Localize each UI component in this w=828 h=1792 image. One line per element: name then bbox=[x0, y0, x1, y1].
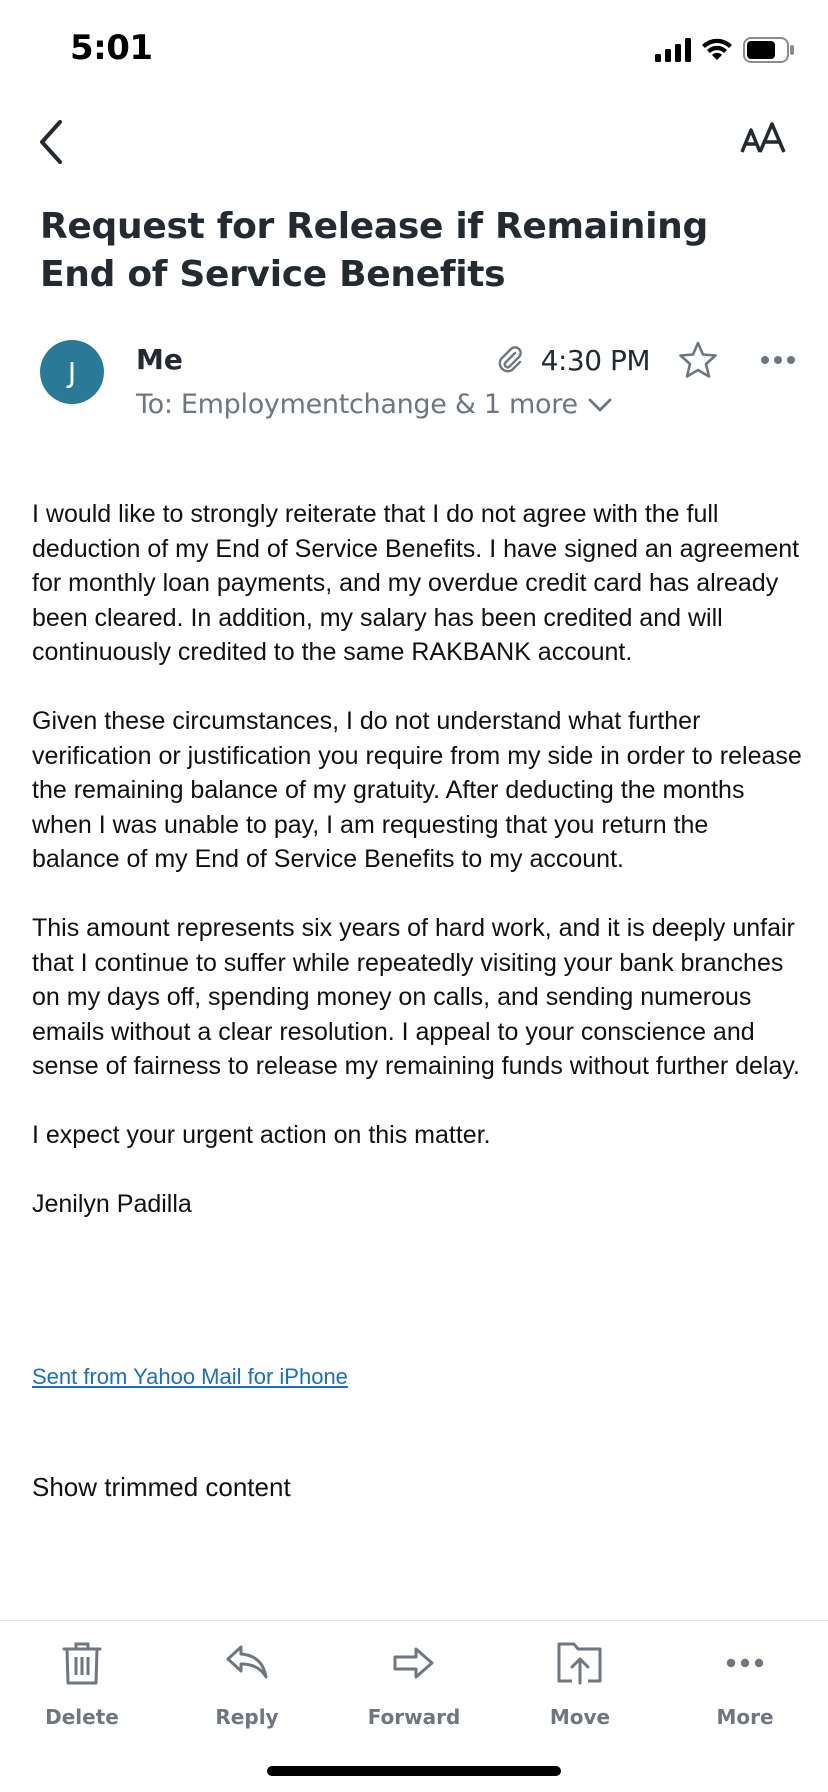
recipients-text: To: Employmentchange & 1 more bbox=[136, 389, 578, 420]
text-size-button[interactable] bbox=[736, 116, 792, 160]
sender-name[interactable]: Me bbox=[136, 343, 183, 376]
chevron-down-icon bbox=[588, 398, 612, 411]
nav-bar bbox=[0, 100, 828, 180]
star-button[interactable] bbox=[676, 338, 720, 382]
move-icon bbox=[557, 1642, 602, 1685]
status-bar: 5:01 bbox=[0, 0, 828, 100]
more-dots-icon bbox=[726, 1658, 764, 1668]
forward-button[interactable]: Forward bbox=[344, 1635, 484, 1745]
more-options-button[interactable] bbox=[758, 338, 798, 382]
more-label: More bbox=[716, 1705, 774, 1729]
show-trimmed-content-button[interactable]: Show trimmed content bbox=[32, 1472, 291, 1503]
body-paragraph: Given these circumstances, I do not unde… bbox=[32, 707, 802, 873]
trash-icon bbox=[62, 1642, 102, 1685]
body-signature: Jenilyn Padilla bbox=[32, 1190, 192, 1218]
reply-label: Reply bbox=[215, 1705, 279, 1729]
wifi-icon bbox=[702, 38, 732, 60]
body-paragraph: I expect your urgent action on this matt… bbox=[32, 1121, 491, 1149]
status-time: 5:01 bbox=[70, 28, 153, 68]
body-paragraph: I would like to strongly reiterate that … bbox=[32, 500, 800, 666]
star-icon bbox=[679, 341, 717, 378]
move-button[interactable]: Move bbox=[510, 1635, 650, 1745]
battery-icon bbox=[743, 37, 794, 63]
reply-icon bbox=[226, 1645, 268, 1679]
status-icons bbox=[655, 36, 795, 64]
body-paragraph: This amount represents six years of hard… bbox=[32, 914, 800, 1080]
reply-button[interactable]: Reply bbox=[177, 1635, 317, 1745]
forward-label: Forward bbox=[367, 1705, 461, 1729]
move-label: Move bbox=[549, 1705, 611, 1729]
delete-button[interactable]: Delete bbox=[12, 1635, 152, 1745]
email-time: 4:30 PM bbox=[540, 343, 651, 377]
home-indicator[interactable] bbox=[267, 1766, 561, 1776]
email-meta: 4:30 PM bbox=[493, 336, 798, 384]
forward-icon bbox=[393, 1647, 434, 1679]
back-button[interactable] bbox=[30, 112, 70, 172]
signal-icon bbox=[655, 38, 691, 62]
delete-label: Delete bbox=[45, 1705, 119, 1729]
more-dots-icon bbox=[761, 356, 795, 364]
email-body: I would like to strongly reiterate that … bbox=[32, 497, 802, 1256]
back-chevron-icon bbox=[40, 120, 62, 164]
text-size-icon bbox=[740, 122, 786, 153]
sender-avatar[interactable]: J bbox=[40, 340, 104, 404]
paperclip-icon bbox=[493, 340, 527, 380]
recipients-toggle[interactable]: To: Employmentchange & 1 more bbox=[136, 389, 612, 420]
more-button[interactable]: More bbox=[675, 1635, 815, 1745]
email-subject: Request for Release if Remaining End of … bbox=[40, 206, 708, 295]
yahoo-mail-link[interactable]: Sent from Yahoo Mail for iPhone bbox=[32, 1364, 348, 1390]
